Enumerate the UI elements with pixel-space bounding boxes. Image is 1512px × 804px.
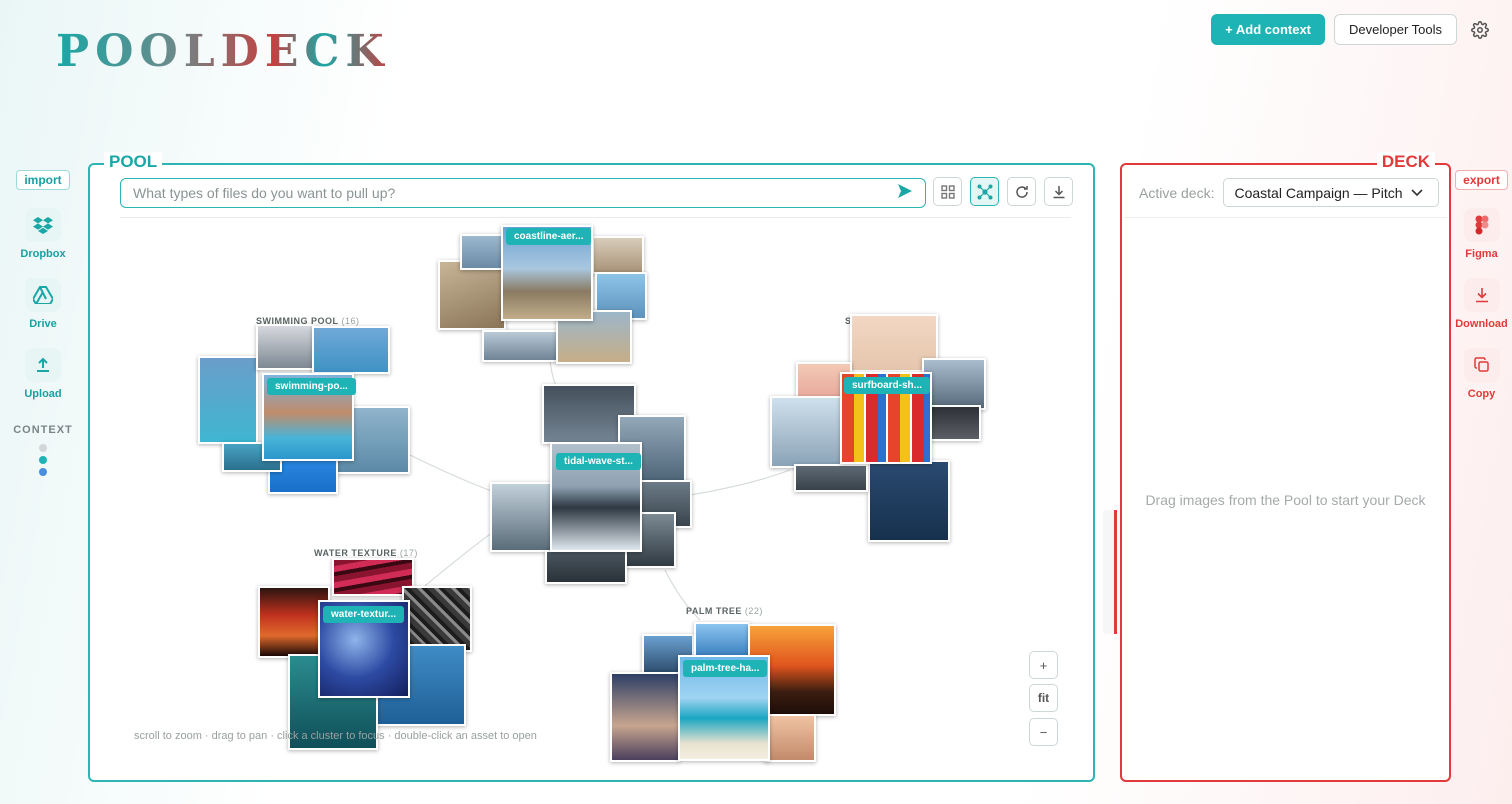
dropbox-icon [24, 208, 61, 242]
import-tag: import [16, 170, 70, 190]
add-context-button[interactable]: + Add context [1211, 14, 1326, 45]
context-dot[interactable] [39, 456, 47, 464]
export-tag: export [1455, 170, 1508, 190]
grid-view-icon[interactable] [933, 177, 962, 206]
deck-resize-handle[interactable] [1103, 510, 1117, 634]
import-rail: import Dropbox Drive Upload CONTEXT [10, 170, 76, 476]
pool-canvas[interactable]: coastline-aer... SWIMMING POOL (16) swim… [90, 220, 1093, 780]
cluster-view-icon[interactable] [970, 177, 999, 206]
zoom-in-button[interactable]: + [1029, 651, 1058, 679]
drive-icon [25, 278, 61, 312]
asset-thumbnail[interactable] [610, 672, 680, 762]
asset-pill[interactable]: coastline-aer... [506, 228, 592, 245]
zoom-out-button[interactable]: − [1029, 718, 1058, 746]
chevron-down-icon [1410, 188, 1423, 196]
upload-label: Upload [24, 388, 62, 400]
export-rail: export Figma Download Copy [1451, 170, 1512, 400]
drive-label: Drive [29, 318, 57, 330]
asset-thumbnail[interactable] [490, 482, 554, 552]
upload-source[interactable]: Upload [24, 348, 62, 400]
active-deck-label: Active deck: [1139, 184, 1215, 201]
deck-title: DECK [1376, 152, 1435, 172]
asset-thumbnail[interactable] [592, 236, 644, 274]
asset-thumbnail[interactable] [868, 460, 950, 542]
asset-pill[interactable]: surfboard-sh... [844, 377, 931, 394]
asset-thumbnail[interactable] [402, 586, 472, 652]
active-deck-select[interactable]: Coastal Campaign — Pitch [1223, 178, 1440, 207]
asset-thumbnail[interactable] [482, 330, 558, 362]
pool-panel: POOL What types of files do you want to … [88, 152, 1095, 782]
developer-tools-button[interactable]: Developer Tools [1334, 14, 1457, 45]
drive-source[interactable]: Drive [25, 278, 61, 330]
refresh-icon[interactable] [1007, 177, 1036, 206]
asset-thumbnail[interactable] [694, 622, 750, 658]
figma-label: Figma [1465, 248, 1498, 260]
asset-pill[interactable]: palm-tree-ha... [683, 660, 768, 677]
context-label: CONTEXT [13, 424, 73, 436]
asset-thumbnail[interactable] [794, 464, 868, 492]
copy-label: Copy [1467, 388, 1496, 400]
asset-thumbnail[interactable] [770, 396, 844, 468]
pool-divider [120, 217, 1071, 218]
active-deck-value: Coastal Campaign — Pitch [1234, 184, 1403, 201]
asset-thumbnail[interactable] [438, 260, 506, 330]
dropbox-label: Dropbox [20, 248, 66, 260]
download-target[interactable]: Download [1455, 278, 1508, 330]
deck-divider [1124, 217, 1447, 218]
top-toolbar: + Add context Developer Tools [1211, 14, 1494, 45]
copy-target[interactable]: Copy [1463, 348, 1500, 400]
context-dot[interactable] [39, 444, 47, 452]
pool-search [120, 178, 926, 208]
deck-panel: DECK Active deck: Coastal Campaign — Pit… [1120, 152, 1451, 782]
dropbox-source[interactable]: Dropbox [20, 208, 66, 260]
active-deck-row: Active deck: Coastal Campaign — Pitch [1139, 178, 1440, 207]
upload-icon [25, 348, 61, 382]
asset-pill[interactable]: water-textur... [323, 606, 405, 623]
asset-thumbnail[interactable] [312, 326, 390, 374]
pool-tools [933, 177, 1073, 206]
cluster-label[interactable]: WATER TEXTURE (17) [314, 548, 418, 558]
asset-thumbnail[interactable] [460, 234, 504, 270]
search-input[interactable] [133, 185, 897, 201]
canvas-hint: scroll to zoom · drag to pan · click a c… [134, 730, 537, 742]
deck-empty-state: Drag images from the Pool to start your … [1145, 492, 1426, 508]
zoom-fit-button[interactable]: fit [1029, 684, 1058, 712]
download-icon[interactable] [1044, 177, 1073, 206]
asset-thumbnail[interactable] [198, 356, 258, 444]
context-dot[interactable] [39, 468, 47, 476]
app-logo: POOLDECK [56, 26, 390, 77]
figma-icon [1463, 208, 1500, 242]
gear-icon[interactable] [1466, 16, 1494, 44]
pool-title: POOL [104, 152, 163, 172]
asset-pill[interactable]: tidal-wave-st... [556, 453, 641, 470]
asset-thumbnail[interactable] [545, 550, 627, 584]
download-label: Download [1455, 318, 1508, 330]
cluster-label[interactable]: PALM TREE (22) [686, 606, 763, 616]
asset-pill[interactable]: swimming-po... [267, 378, 356, 395]
send-icon[interactable] [897, 183, 913, 204]
asset-thumbnail[interactable] [764, 714, 816, 762]
figma-target[interactable]: Figma [1463, 208, 1500, 260]
download-icon [1463, 278, 1500, 312]
asset-thumbnail[interactable] [256, 324, 316, 370]
copy-icon [1463, 348, 1500, 382]
